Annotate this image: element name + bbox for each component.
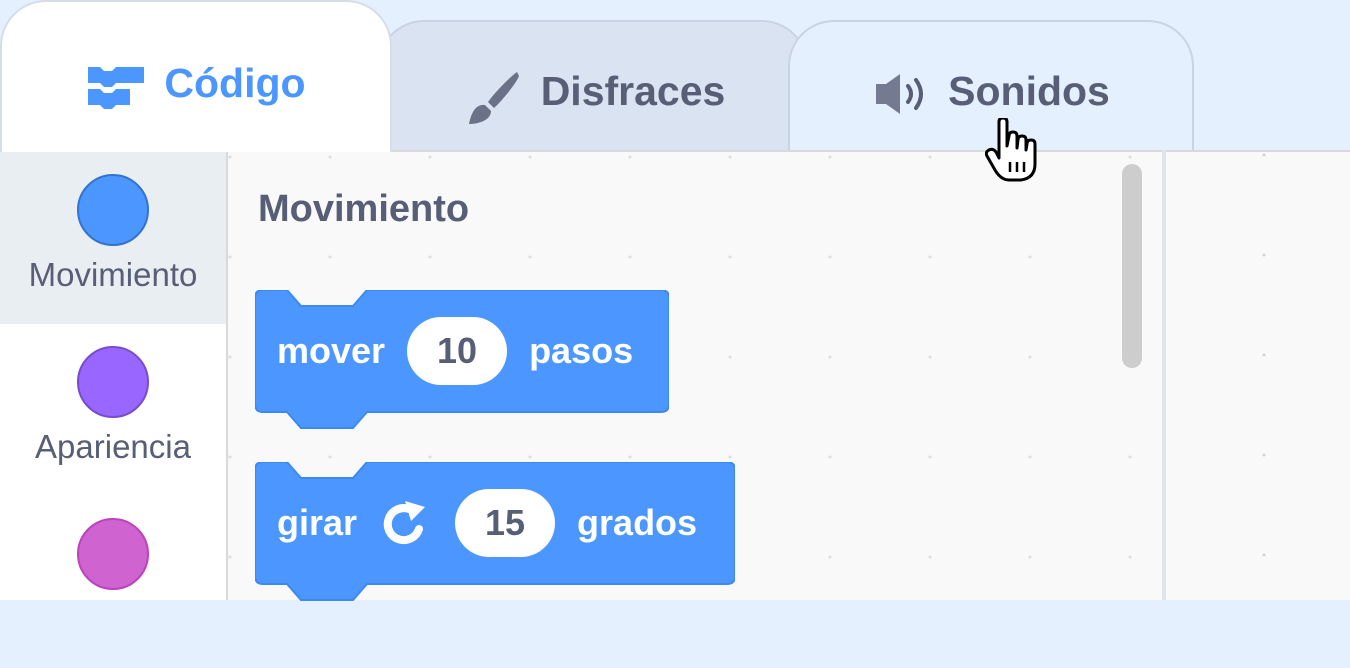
looks-category-dot [77, 346, 149, 418]
code-workspace[interactable] [1166, 150, 1350, 600]
block-text: mover [277, 330, 386, 371]
block-text: girar [277, 502, 358, 543]
degrees-input[interactable]: 15 [455, 489, 556, 557]
category-motion[interactable]: Movimiento [0, 152, 226, 324]
steps-input[interactable]: 10 [407, 317, 508, 385]
tab-costumes[interactable]: Disfraces [378, 20, 808, 160]
category-looks[interactable]: Apariencia [0, 324, 226, 496]
category-menu: Movimiento Apariencia [0, 150, 228, 600]
category-label: Apariencia [35, 428, 191, 465]
palette-scrollbar[interactable] [1122, 164, 1142, 368]
pointer-hand-icon [984, 116, 1041, 189]
block-palette: Movimiento mover 10 pasos girar 15 grado… [228, 150, 1162, 601]
sound-category-dot [77, 518, 149, 590]
paintbrush-icon [461, 68, 523, 130]
motion-category-dot [77, 174, 149, 246]
block-text: pasos [529, 330, 634, 371]
rotate-clockwise-icon [379, 499, 433, 547]
block-text: grados [577, 502, 698, 543]
move-steps-block[interactable]: mover 10 pasos [255, 290, 669, 429]
category-sound[interactable] [0, 496, 226, 668]
category-label: Movimiento [28, 256, 198, 293]
tab-code-label: Código [164, 60, 306, 106]
tab-code[interactable]: Código [0, 0, 392, 152]
speaker-icon [872, 68, 930, 118]
tab-sounds-label: Sonidos [948, 68, 1110, 114]
tab-costumes-label: Disfraces [540, 68, 726, 114]
palette-section-title: Movimiento [258, 188, 470, 230]
code-blocks-icon [86, 60, 146, 110]
turn-degrees-block[interactable]: girar 15 grados [255, 462, 735, 601]
